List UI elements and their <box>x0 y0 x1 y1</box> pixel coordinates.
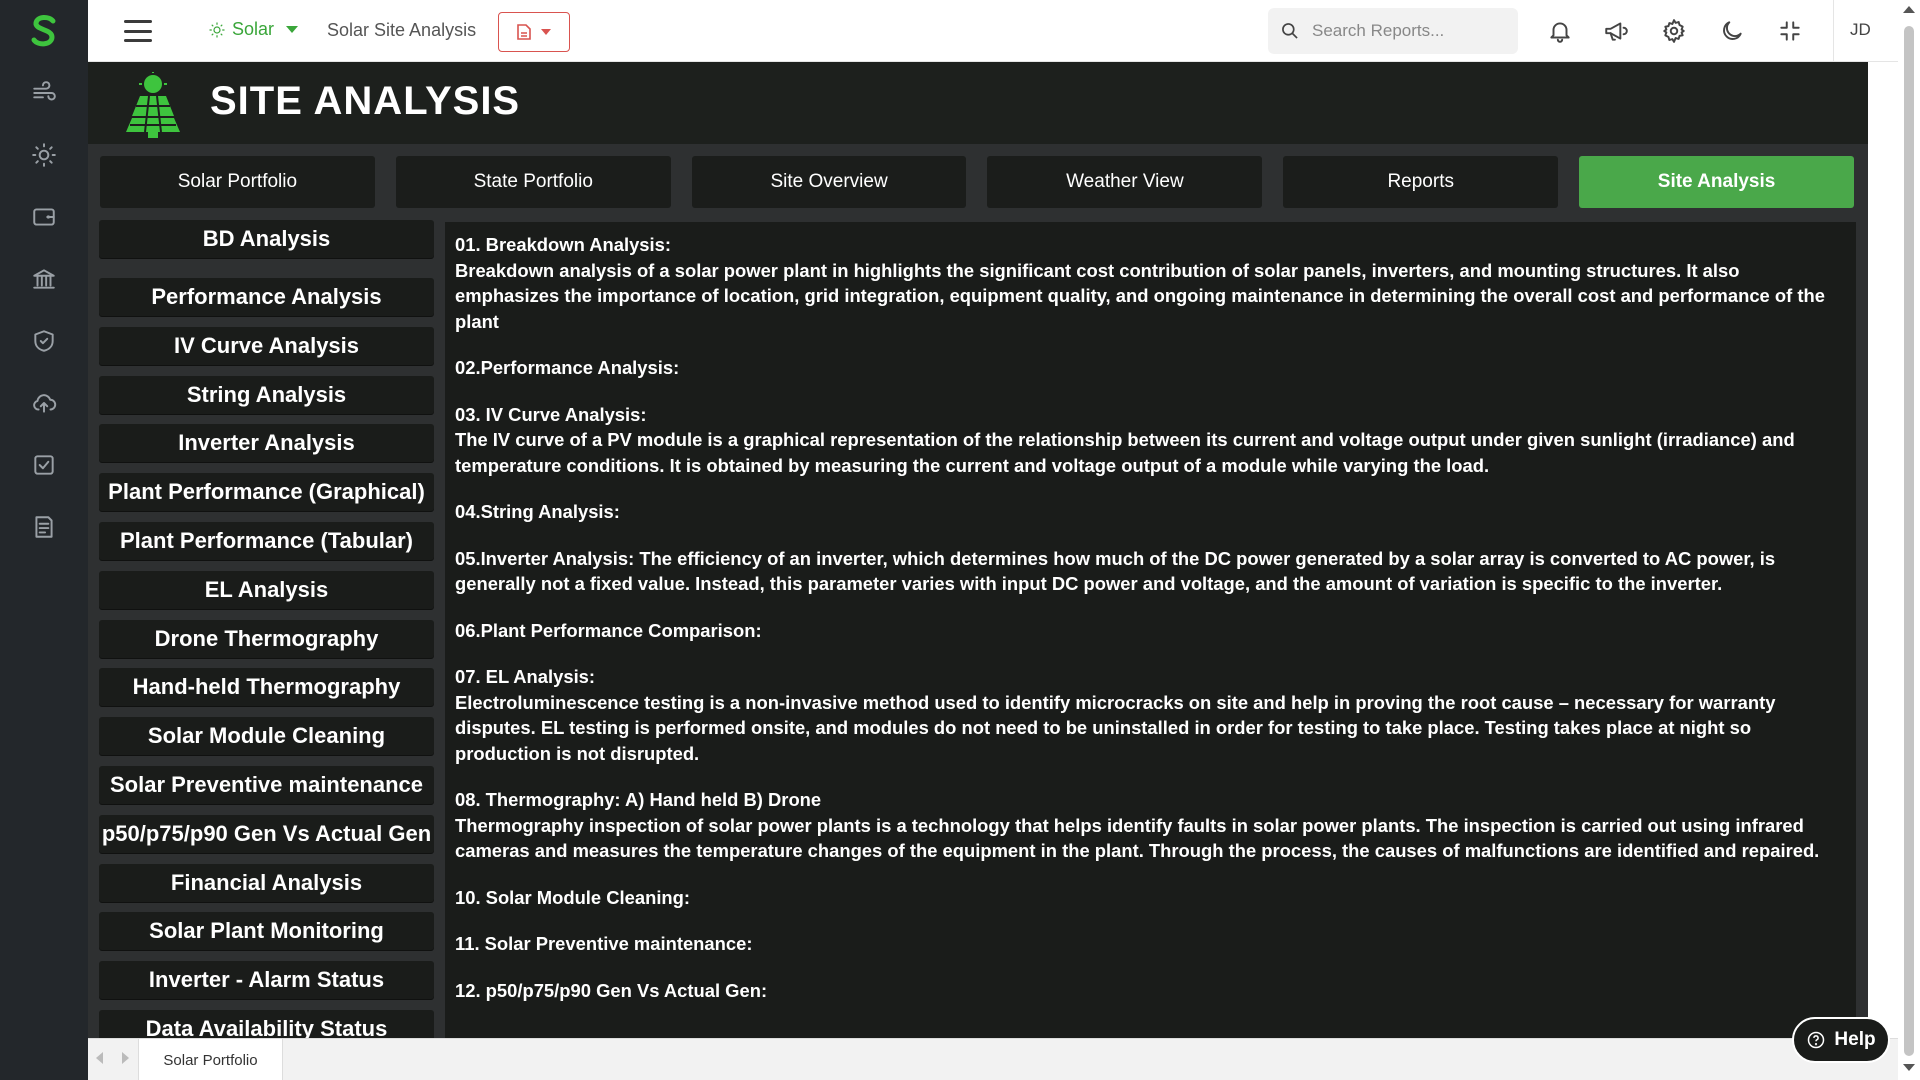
sidebar-item-inverter-alarm-status[interactable]: Inverter - Alarm Status <box>99 961 434 1000</box>
sidebar-item-el-analysis[interactable]: EL Analysis <box>99 570 434 609</box>
sheet-tab-bar: Solar Portfolio <box>88 1038 1898 1080</box>
breadcrumb-title: Solar Site Analysis <box>327 20 477 40</box>
solar-panel-logo-icon <box>126 72 180 138</box>
section-heading: 12. p50/p75/p90 Gen Vs Actual Gen: <box>455 979 768 1001</box>
section-body: Breakdown analysis of a solar power plan… <box>455 259 1825 332</box>
sector-label: Solar <box>232 19 275 39</box>
analysis-sidebar: BD Analysis Performance Analysis IV Curv… <box>99 220 434 1038</box>
tab-solar-portfolio[interactable]: Solar Portfolio <box>100 156 375 208</box>
sidebar-item-inverter-analysis[interactable]: Inverter Analysis <box>99 424 434 463</box>
scroll-thumb[interactable] <box>1904 26 1914 1056</box>
sun-small-icon <box>209 22 225 37</box>
fullscreen-exit-icon[interactable] <box>1776 17 1804 45</box>
section-heading: 06.Plant Performance Comparison: <box>455 619 762 641</box>
search-box <box>1268 8 1518 54</box>
chevron-left-icon[interactable] <box>96 1052 103 1064</box>
tab-state-portfolio[interactable]: State Portfolio <box>395 156 671 208</box>
sidebar-item-plant-performance-graphical[interactable]: Plant Performance (Graphical) <box>99 473 434 512</box>
section-heading: 08. Thermography: A) Hand held B) Drone <box>455 789 822 810</box>
moon-icon[interactable] <box>1718 17 1746 45</box>
sheet-tab-solar-portfolio[interactable]: Solar Portfolio <box>138 1039 283 1080</box>
section-preventive-maintenance: 11. Solar Preventive maintenance: <box>455 931 1846 957</box>
search-input[interactable] <box>1312 21 1502 41</box>
section-body: Thermography inspection of solar power p… <box>455 814 1820 862</box>
user-avatar[interactable]: JD <box>1850 20 1871 40</box>
sidebar-item-drone-thermography[interactable]: Drone Thermography <box>99 619 434 658</box>
sidebar-item-solar-plant-monitoring[interactable]: Solar Plant Monitoring <box>99 912 434 951</box>
sidebar-item-performance-analysis[interactable]: Performance Analysis <box>99 278 434 316</box>
page-scrollbar[interactable] <box>1898 0 1920 1080</box>
tab-reports[interactable]: Reports <box>1283 156 1559 208</box>
sector-dropdown[interactable]: Solar <box>208 19 299 40</box>
wallet-icon[interactable] <box>29 202 59 232</box>
section-iv-curve: 03. IV Curve Analysis: The IV curve of a… <box>455 402 1846 479</box>
chevron-down-icon <box>541 29 551 35</box>
help-label: Help <box>1834 1029 1876 1050</box>
tab-site-overview[interactable]: Site Overview <box>691 156 967 208</box>
section-heading: 05.Inverter Analysis: The efficiency of … <box>455 547 1776 595</box>
section-heading: 01. Breakdown Analysis: <box>455 234 671 255</box>
menu-toggle-icon[interactable] <box>124 18 152 44</box>
analysis-description-panel: 01. Breakdown Analysis: Breakdown analys… <box>445 222 1856 1038</box>
sidebar-item-iv-curve-analysis[interactable]: IV Curve Analysis <box>99 326 434 365</box>
sidebar-item-p50-p75-p90[interactable]: p50/p75/p90 Gen Vs Actual Gen <box>99 814 434 853</box>
shield-check-icon[interactable] <box>29 326 59 356</box>
tab-site-analysis[interactable]: Site Analysis <box>1579 156 1854 208</box>
section-p50-p75-p90: 12. p50/p75/p90 Gen Vs Actual Gen: <box>455 978 1846 1004</box>
section-body: Electroluminescence testing is a non-inv… <box>455 691 1776 764</box>
main-area: SITE ANALYSIS Solar Portfolio State Port… <box>88 62 1868 1038</box>
chevron-down-icon <box>286 26 299 33</box>
sun-icon[interactable] <box>29 140 59 170</box>
section-heading: 10. Solar Module Cleaning: <box>455 886 691 908</box>
section-heading: 04.String Analysis: <box>455 501 620 522</box>
bank-icon[interactable] <box>29 264 59 294</box>
section-heading: 07. EL Analysis: <box>455 666 596 687</box>
document-icon <box>517 24 531 40</box>
sidebar-item-solar-preventive-maintenance[interactable]: Solar Preventive maintenance <box>99 765 434 804</box>
megaphone-icon[interactable] <box>1602 17 1630 45</box>
sidebar-item-solar-module-cleaning[interactable]: Solar Module Cleaning <box>99 717 434 756</box>
section-thermography: 08. Thermography: A) Hand held B) Drone … <box>455 787 1846 864</box>
section-performance: 02.Performance Analysis: <box>455 355 1846 381</box>
section-heading: 11. Solar Preventive maintenance: <box>455 933 753 954</box>
question-circle-icon <box>1808 1031 1825 1049</box>
bell-icon[interactable] <box>1546 17 1574 45</box>
section-breakdown: 01. Breakdown Analysis: Breakdown analys… <box>455 232 1846 334</box>
section-heading: 02.Performance Analysis: <box>455 357 680 378</box>
help-button[interactable]: Help <box>1792 1017 1890 1063</box>
section-el: 07. EL Analysis: Electroluminescence tes… <box>455 664 1846 766</box>
left-rail <box>0 0 88 1080</box>
checkbox-icon[interactable] <box>29 450 59 480</box>
section-inverter: 05.Inverter Analysis: The efficiency of … <box>455 546 1846 597</box>
page-header: SITE ANALYSIS <box>88 62 1868 144</box>
section-module-cleaning: 10. Solar Module Cleaning: <box>455 885 1846 911</box>
page-title: SITE ANALYSIS <box>210 79 521 123</box>
gear-icon[interactable] <box>1660 17 1688 45</box>
cloud-upload-icon[interactable] <box>29 388 59 418</box>
wind-icon[interactable] <box>29 78 59 108</box>
sidebar-item-bd-analysis[interactable]: BD Analysis <box>99 220 434 258</box>
report-icon[interactable] <box>29 512 59 542</box>
chevron-right-icon[interactable] <box>122 1052 129 1064</box>
section-heading: 03. IV Curve Analysis: <box>455 403 647 425</box>
scroll-up-icon[interactable] <box>1903 6 1915 13</box>
section-string: 04.String Analysis: <box>455 499 1846 525</box>
sidebar-item-data-availability-status[interactable]: Data Availability Status <box>99 1009 434 1038</box>
sidebar-item-financial-analysis[interactable]: Financial Analysis <box>99 863 434 902</box>
sidebar-item-hand-held-thermography[interactable]: Hand-held Thermography <box>99 668 434 707</box>
divider <box>1833 0 1834 62</box>
top-bar: Solar Solar Site Analysis JD <box>88 0 1898 62</box>
document-menu-button[interactable] <box>498 12 570 52</box>
section-plant-performance: 06.Plant Performance Comparison: <box>455 618 1846 644</box>
tab-bar: Solar Portfolio State Portfolio Site Ove… <box>100 156 1854 208</box>
sidebar-item-string-analysis[interactable]: String Analysis <box>99 375 434 414</box>
tab-weather-view[interactable]: Weather View <box>987 156 1263 208</box>
scroll-down-icon[interactable] <box>1903 1064 1915 1071</box>
section-body: The IV curve of a PV module is a graphic… <box>455 429 1795 476</box>
sidebar-item-plant-performance-tabular[interactable]: Plant Performance (Tabular) <box>99 521 434 560</box>
logo-icon[interactable] <box>28 14 60 48</box>
